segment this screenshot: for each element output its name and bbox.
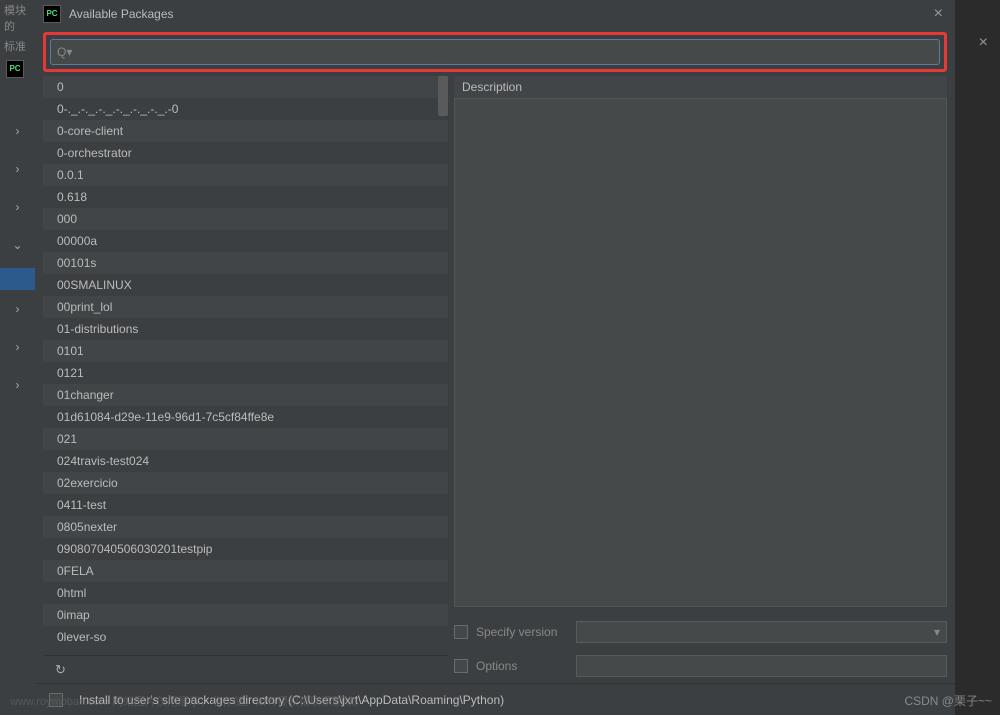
package-item[interactable]: 00SMALINUX [43,274,448,296]
tree-chevron-down-icon[interactable]: ⌄ [0,226,35,264]
pycharm-icon: PC [43,5,61,23]
package-item[interactable]: 0.618 [43,186,448,208]
package-item[interactable]: 0lever-so [43,626,448,648]
scrollbar-thumb[interactable] [438,76,448,116]
package-item[interactable]: 0121 [43,362,448,384]
package-item[interactable]: 00000a [43,230,448,252]
package-item[interactable]: 0-orchestrator [43,142,448,164]
package-item[interactable]: 021 [43,428,448,450]
package-item[interactable]: 0-core-client [43,120,448,142]
package-item[interactable]: 0805nexter [43,516,448,538]
package-item[interactable]: 00101s [43,252,448,274]
refresh-icon[interactable]: ↻ [55,662,66,678]
package-item[interactable]: 01d61084-d29e-11e9-96d1-7c5cf84ffe8e [43,406,448,428]
titlebar: PC Available Packages × [35,0,955,28]
package-item[interactable]: 02exercicio [43,472,448,494]
specify-version-label: Specify version [476,625,576,639]
close-icon[interactable]: × [930,5,947,23]
package-item[interactable]: 0html [43,582,448,604]
tree-chevron-icon[interactable]: › [0,290,35,328]
dialog-title: Available Packages [69,7,930,21]
source-notice: www.roymoban.com 网站图片仅用展示，非存储。如有侵权请联系删除。 [10,693,365,709]
package-item[interactable]: 0imap [43,604,448,626]
package-item[interactable]: 0 [43,76,448,98]
tree-chevron-icon[interactable]: › [0,112,35,150]
back-pc-icon: PC [6,60,24,78]
package-item[interactable]: 000 [43,208,448,230]
search-box[interactable]: Q▾ [50,39,940,65]
watermark: CSDN @栗子~~ [904,692,992,709]
package-item[interactable]: 090807040506030201testpip [43,538,448,560]
options-label: Options [476,659,576,673]
tree-chevron-icon[interactable]: › [0,188,35,226]
options-checkbox[interactable] [454,659,468,673]
package-item[interactable]: 0101 [43,340,448,362]
description-body [454,98,947,607]
package-item[interactable]: 024travis-test024 [43,450,448,472]
search-icon: Q▾ [57,45,72,59]
version-select[interactable]: ▾ [576,621,947,643]
package-item[interactable]: 01changer [43,384,448,406]
search-input[interactable] [72,45,933,59]
background-close-icon[interactable]: × [967,30,1000,56]
tree-chevron-icon[interactable]: › [0,366,35,404]
tree-chevron-icon[interactable]: › [0,328,35,366]
selected-tree-item[interactable] [0,268,35,290]
package-item[interactable]: 0411-test [43,494,448,516]
package-item[interactable]: 0-._.-._.-._.-._.-._.-._.-0 [43,98,448,120]
specify-version-checkbox[interactable] [454,625,468,639]
search-highlight: Q▾ [43,32,947,72]
description-header: Description [454,76,947,98]
options-input[interactable] [576,655,947,677]
package-list[interactable]: 00-._.-._.-._.-._.-._.-._.-00-core-clien… [43,76,448,655]
package-item[interactable]: 0.0.1 [43,164,448,186]
package-item[interactable]: 00print_lol [43,296,448,318]
package-item[interactable]: 0FELA [43,560,448,582]
package-item[interactable]: 01-distributions [43,318,448,340]
available-packages-dialog: PC Available Packages × Q▾ 00-._.-._.-._… [35,0,955,715]
tree-chevron-icon[interactable]: › [0,150,35,188]
